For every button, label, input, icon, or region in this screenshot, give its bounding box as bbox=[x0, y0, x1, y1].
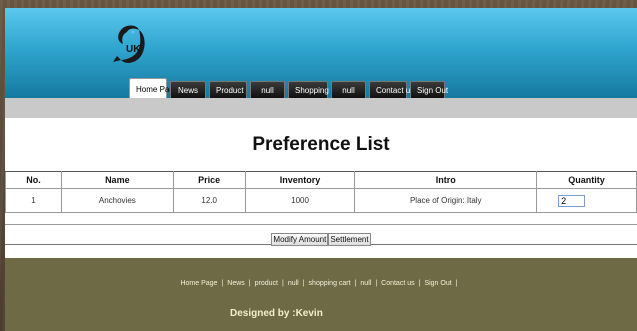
footer-link-news[interactable]: News bbox=[227, 280, 245, 287]
cell-no: 1 bbox=[5, 188, 62, 213]
col-no: No. bbox=[5, 171, 62, 189]
col-inventory: Inventory bbox=[244, 171, 356, 189]
col-intro: Intro bbox=[354, 171, 538, 189]
site-header: UK Home Page News Product null Shopping … bbox=[5, 8, 637, 98]
nav-sign-out[interactable]: Sign Out bbox=[410, 81, 448, 98]
nav-null-1[interactable]: null bbox=[250, 81, 285, 98]
col-name: Name bbox=[60, 171, 174, 189]
col-quantity: Quantity bbox=[536, 171, 637, 189]
footer-separator: | bbox=[375, 280, 378, 287]
cell-quantity bbox=[536, 188, 637, 213]
table-header-row: No. Name Price Inventory Intro Quantity bbox=[5, 171, 637, 189]
footer-credit: Designed by :Kevin bbox=[230, 308, 323, 319]
footer-separator: | bbox=[221, 280, 224, 287]
cell-intro: Place of Origin: Italy bbox=[354, 188, 538, 213]
modify-amount-button[interactable]: Modify Amount bbox=[271, 233, 329, 246]
footer-separator: | bbox=[248, 280, 251, 287]
fish-logo-icon[interactable]: UK bbox=[111, 24, 149, 68]
cell-price: 12.0 bbox=[172, 188, 246, 213]
gray-divider-band bbox=[5, 98, 637, 118]
site-footer: Home Page | News | product | null | shopping car… bbox=[5, 258, 637, 331]
nav-news[interactable]: News bbox=[170, 81, 206, 98]
quantity-input[interactable] bbox=[558, 194, 586, 207]
cell-name: Anchovies bbox=[60, 188, 174, 213]
preference-table: No. Name Price Inventory Intro Quantity … bbox=[5, 171, 637, 213]
col-price: Price bbox=[172, 171, 246, 189]
nav-null-2[interactable]: null bbox=[331, 81, 366, 98]
footer-link-null-2[interactable]: null bbox=[360, 280, 371, 287]
settlement-button[interactable]: Settlement bbox=[328, 233, 371, 246]
actions-bar: Modify Amount Settlement bbox=[5, 224, 637, 246]
table-row: 1 Anchovies 12.0 1000 Place of Origin: I… bbox=[5, 188, 637, 213]
cell-inventory: 1000 bbox=[244, 188, 356, 213]
footer-link-null-1[interactable]: null bbox=[288, 280, 299, 287]
footer-link-product[interactable]: product bbox=[255, 280, 278, 287]
main-nav: Home Page News Product null Shopping car… bbox=[129, 78, 448, 98]
logo-text: UK bbox=[126, 44, 141, 55]
footer-separator: | bbox=[418, 280, 421, 287]
footer-separator: | bbox=[302, 280, 305, 287]
page-title: Preference List bbox=[252, 134, 390, 155]
footer-separator: | bbox=[455, 280, 458, 287]
page-container: UK Home Page News Product null Shopping … bbox=[5, 8, 637, 331]
footer-link-shopping-cart[interactable]: shopping cart bbox=[309, 280, 351, 287]
nav-shopping-cart[interactable]: Shopping cart bbox=[288, 81, 344, 98]
nav-product[interactable]: Product bbox=[209, 81, 247, 98]
footer-nav: Home Page | News | product | null | shopping car… bbox=[5, 280, 637, 287]
footer-separator: | bbox=[281, 280, 284, 287]
footer-link-contact-us[interactable]: Contact us bbox=[381, 280, 414, 287]
footer-separator: | bbox=[354, 280, 357, 287]
footer-link-home-page[interactable]: Home Page bbox=[180, 280, 217, 287]
nav-contact-us[interactable]: Contact us bbox=[369, 81, 414, 98]
footer-link-sign-out[interactable]: Sign Out bbox=[424, 280, 451, 287]
nav-home-page[interactable]: Home Page bbox=[129, 78, 178, 98]
